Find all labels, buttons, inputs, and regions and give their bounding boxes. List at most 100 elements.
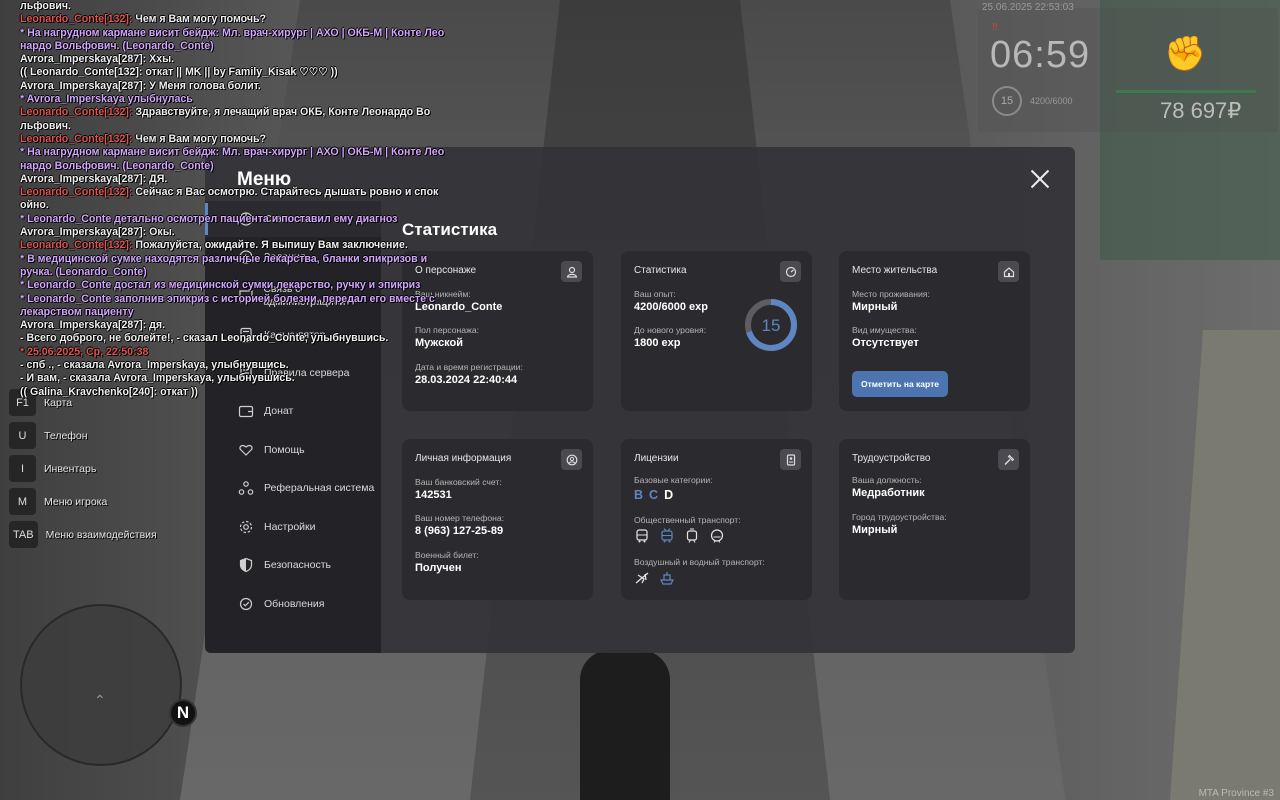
close-icon[interactable] <box>1028 167 1052 191</box>
position-label: Ваша должность: <box>852 475 922 485</box>
trolleybus-icon <box>661 528 673 543</box>
chat-line: Leonardo_Conte[132]: Пожалуйста, ожидайт… <box>20 239 450 252</box>
chat-line: ручка. (Leonardo_Conte) <box>20 265 147 278</box>
air-water-icons <box>634 570 675 586</box>
chat-line: (( Leonardo_Conte[132]: откат || MK || b… <box>20 66 338 79</box>
personal-info-card: Личная информация Ваш банковский счет: 1… <box>402 439 593 600</box>
sidebar-item-label: Обновления <box>264 597 325 610</box>
chat-line: Leonardo_Conte[132]: Чем я Вам могу помо… <box>20 133 450 146</box>
chat-text: Здравствуйте, я лечащий врач ОКБ, Конте … <box>135 106 431 119</box>
hotkey-label: Меню игрока <box>44 495 108 508</box>
card-title: Трудоустройство <box>852 453 931 464</box>
chat-text: Чем я Вам могу помочь? <box>135 132 266 145</box>
chat-line: Avrora_Imperskaya[287]: ДЯ. <box>20 172 168 185</box>
base-categories-label: Базовые категории: <box>634 475 713 485</box>
phone-label: Ваш номер телефона: <box>415 513 505 523</box>
hotkey-list: F1 Карта U Телефон I Инвентарь M Меню игрока TAB… <box>9 386 157 551</box>
player-arrow-icon: ⌃ <box>94 692 106 708</box>
id-icon <box>561 449 582 470</box>
hotkey-key: I <box>9 455 36 482</box>
public-transport-icons <box>634 528 725 544</box>
military-label: Военный билет: <box>415 550 479 560</box>
chat-line: * 25.06.2025, Ср, 22:50:38 <box>20 345 149 358</box>
bank-account-value: 142531 <box>415 489 452 501</box>
shield-icon <box>237 556 255 574</box>
hud-exp: 4200/6000 <box>1030 96 1073 106</box>
licenses-card: Лицензии Базовые категории: BCD Обществе… <box>621 439 812 600</box>
level-progress-ring: 15 <box>745 299 797 351</box>
chat-sender: Leonardo_Conte[132]: <box>20 13 136 26</box>
hotkey-1[interactable]: U Телефон <box>9 419 157 452</box>
hud-time: 06:59 <box>990 34 1091 76</box>
air-water-label: Воздушный и водный транспорт: <box>634 557 765 567</box>
bus-icon <box>636 529 648 543</box>
chat-line: Leonardo_Conte[132]: Сейчас я Вас осмотр… <box>20 186 450 199</box>
card-title: Статистика <box>634 265 687 276</box>
chat-line: (( Galina_Kravchenko[240]: откат )) <box>20 385 198 398</box>
chat-line: нардо Вольфович. (Leonardo_Conte) <box>20 39 214 52</box>
metro-icon <box>710 529 724 543</box>
chat-text: Пожалуйста, ожидайте. Я выпишу Вам заклю… <box>135 239 408 252</box>
employment-card: Трудоустройство Ваша должность: Медработ… <box>839 439 1030 600</box>
work-city-label: Город трудоустройства: <box>852 512 947 522</box>
sidebar-item-heart-hand[interactable]: Помощь <box>205 432 381 468</box>
public-transport-label: Общественный транспорт: <box>634 515 741 525</box>
boat-icon <box>660 572 674 585</box>
chat-line: льфович. <box>20 119 71 132</box>
mark-on-map-button[interactable]: Отметить на карте <box>852 371 948 397</box>
chat-sender: Leonardo_Conte[132]: <box>20 186 136 199</box>
chat-sender: Leonardo_Conte[132]: <box>20 106 136 119</box>
phone-value: 8 (963) 127-25-89 <box>415 525 504 537</box>
sidebar-item-referral[interactable]: Реферальная система <box>205 470 381 506</box>
chat-line: Avrora_Imperskaya[287]: Ххы. <box>20 53 175 66</box>
fist-icon: ✊ <box>1164 35 1207 73</box>
chat-line: - Всего доброго, не болейте!, - сказал L… <box>20 332 389 345</box>
hotkey-3[interactable]: M Меню игрока <box>9 485 157 518</box>
chat-line: Avrora_Imperskaya[287]: дя. <box>20 319 166 332</box>
heart-hand-icon <box>237 441 255 459</box>
sidebar-item-label: Помощь <box>264 443 305 456</box>
chat-sender: Leonardo_Conte[132]: <box>20 132 136 145</box>
hud-money: 78 697₽ <box>1160 98 1242 123</box>
chat-line: * В медицинской сумке находятся различны… <box>20 252 428 265</box>
minimap: ⌃ <box>20 604 182 766</box>
property-label: Вид имущества: <box>852 325 917 335</box>
chat-text: Сейчас я Вас осмотрю. Старайтесь дышать … <box>135 186 439 199</box>
chat-line: * На нагрудном кармане висит бейдж: Мл. … <box>20 26 445 39</box>
residence-card: Место жительства Место проживания: Мирны… <box>839 251 1030 411</box>
residence-place-value: Мирный <box>852 301 898 313</box>
refresh-icon <box>237 595 255 613</box>
license-category: C <box>649 488 659 502</box>
hud-panel: 25.06.2025 22:53:03 !! 06:59 ✊ 15 4200/6… <box>978 2 1278 132</box>
chat-line: нардо Вольфович. (Leonardo_Conte) <box>20 159 214 172</box>
wanted-indicator: !! <box>992 22 998 33</box>
work-city-value: Мирный <box>852 524 898 536</box>
gauge-icon <box>780 261 801 282</box>
hotkey-4[interactable]: TAB Меню взаимодействия <box>9 518 157 551</box>
exp-value: 4200/6000 exp <box>634 301 709 313</box>
sidebar-item-refresh[interactable]: Обновления <box>205 586 381 622</box>
chat-sender: Leonardo_Conte[132]: <box>20 239 136 252</box>
chat-log: льфович. Leonardo_Conte[132]: Чем я Вам м… <box>20 0 450 399</box>
chat-line: ойно. <box>20 199 49 212</box>
position-value: Медработник <box>852 487 925 499</box>
property-value: Отсутствует <box>852 337 919 349</box>
military-value: Получен <box>415 562 462 574</box>
sidebar-item-shield[interactable]: Безопасность <box>205 547 381 583</box>
tram-icon <box>686 528 698 543</box>
level-number: 15 <box>762 316 781 335</box>
chat-line: * Leonardo_Conte детально осмотрел пацие… <box>20 212 398 225</box>
stats-card: Статистика Ваш опыт: 4200/6000 exp До но… <box>621 251 812 411</box>
hotkey-2[interactable]: I Инвентарь <box>9 452 157 485</box>
hotkey-key: TAB <box>9 521 38 548</box>
chat-line: Avrora_Imperskaya[287]: У Меня голова бо… <box>20 79 261 92</box>
next-level-label: До нового уровня: <box>634 325 707 335</box>
referral-icon <box>237 479 255 497</box>
sidebar-item-label: Безопасность <box>264 558 331 571</box>
sidebar-item-gear[interactable]: Настройки <box>205 509 381 545</box>
player-character <box>580 650 670 800</box>
license-icon <box>780 449 801 470</box>
chat-line: - И вам, - сказала Avrora_Imperskaya, ул… <box>20 372 295 385</box>
chat-line: Avrora_Imperskaya[287]: Окы. <box>20 226 175 239</box>
chat-line: лекарством пациенту <box>20 305 134 318</box>
